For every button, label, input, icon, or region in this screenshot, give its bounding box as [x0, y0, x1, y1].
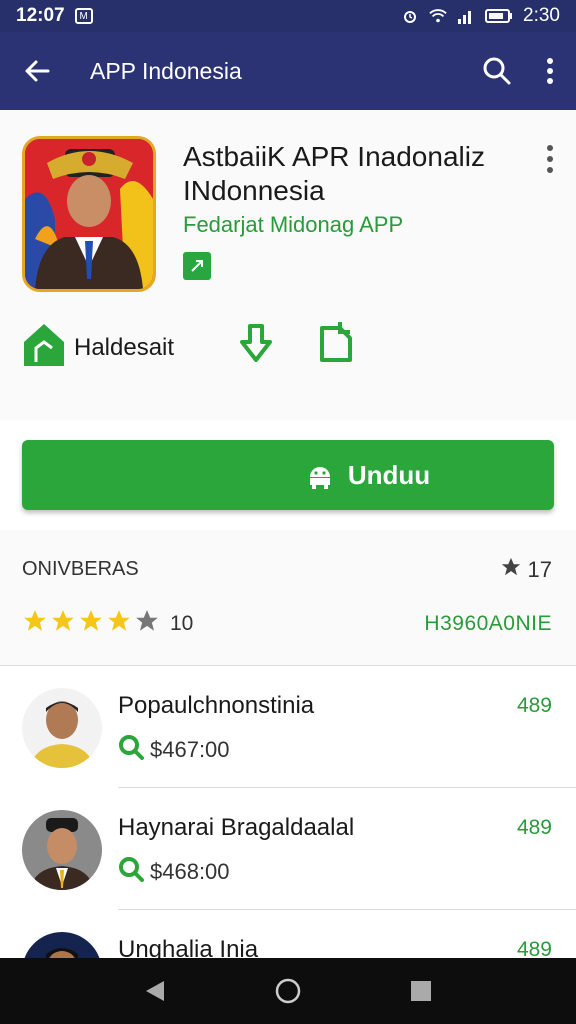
nav-back-icon[interactable] — [144, 979, 166, 1003]
more-vert-icon[interactable] — [546, 57, 554, 85]
home-tag-icon — [22, 322, 66, 373]
star-icon — [106, 608, 132, 639]
download-arrow-icon[interactable] — [234, 322, 278, 368]
rating-section: ONIVBERAS 17 10 H3960A0NIE — [0, 530, 576, 666]
review-count: 10 — [170, 611, 194, 635]
star-small-icon — [500, 556, 522, 584]
android-icon — [306, 461, 334, 489]
item-name: Haynarai Bragaldaalal — [118, 814, 355, 841]
app-bar-actions — [482, 56, 554, 86]
battery-icon — [485, 7, 513, 25]
star-icon — [50, 608, 76, 639]
app-icon-portrait — [22, 136, 156, 292]
rating-right-label[interactable]: H3960A0NIE — [424, 612, 552, 636]
install-button[interactable]: Unduu — [22, 440, 554, 510]
nav-recents-icon[interactable] — [410, 980, 432, 1002]
notification-icon: M — [74, 8, 93, 24]
battery-time: 2:30 — [523, 5, 560, 26]
search-icon[interactable] — [482, 56, 512, 86]
search-green-icon — [118, 856, 144, 888]
star-icon — [78, 608, 104, 639]
alarm-icon — [401, 7, 419, 25]
system-nav-bar — [0, 958, 576, 1024]
status-icons: 2:30 — [401, 5, 560, 27]
nav-home-icon[interactable] — [274, 977, 302, 1005]
item-price-value: $468:00 — [150, 859, 230, 884]
install-location-action[interactable]: Haldesait — [22, 322, 174, 373]
list-item[interactable]: Haynarai Bragaldaalal $468:00 489 — [0, 788, 576, 910]
app-bar: APP Indonesia — [0, 32, 576, 110]
share-icon[interactable] — [318, 320, 358, 364]
search-green-icon — [118, 734, 144, 766]
item-price: $468:00 — [118, 856, 230, 888]
app-more-icon[interactable] — [546, 144, 554, 174]
rating-count-value: 17 — [527, 557, 552, 582]
star-rating: 10 — [22, 608, 193, 639]
verified-icon — [183, 252, 211, 280]
avatar — [22, 810, 102, 890]
item-name: Popaulchnonstinia — [118, 692, 315, 719]
action-label: Haldesait — [74, 333, 175, 361]
developer-link[interactable]: Fedarjat Midonag APP — [183, 212, 403, 238]
install-label: Unduu — [347, 459, 431, 490]
list-item[interactable]: Popaulchnonstinia $467:00 489 — [0, 666, 576, 788]
app-screen: 12:07 M 2:30 APP Indonesia AstbaiiK APR … — [0, 0, 576, 1024]
wifi-icon — [429, 7, 447, 25]
item-price: $467:00 — [118, 734, 230, 766]
back-arrow-icon[interactable] — [22, 56, 52, 86]
item-score: 489 — [516, 694, 552, 717]
page-title: APP Indonesia — [90, 57, 242, 84]
star-empty-icon — [134, 608, 160, 639]
avatar — [22, 688, 102, 768]
action-row: Haldesait — [0, 300, 576, 420]
rating-heading: ONIVBERAS — [22, 558, 139, 580]
status-time: 12:07 — [16, 5, 65, 26]
rating-count: 17 — [500, 556, 552, 584]
signal-icon — [457, 7, 475, 25]
app-header: AstbaiiK APR Inadonaliz INdonnesia Fedar… — [0, 110, 576, 300]
app-title: AstbaiiK APR Inadonaliz INdonnesia — [183, 141, 485, 206]
star-icon — [22, 608, 48, 639]
item-score: 489 — [516, 816, 552, 839]
item-price-value: $467:00 — [150, 737, 230, 762]
status-bar: 12:07 M 2:30 — [0, 0, 576, 32]
